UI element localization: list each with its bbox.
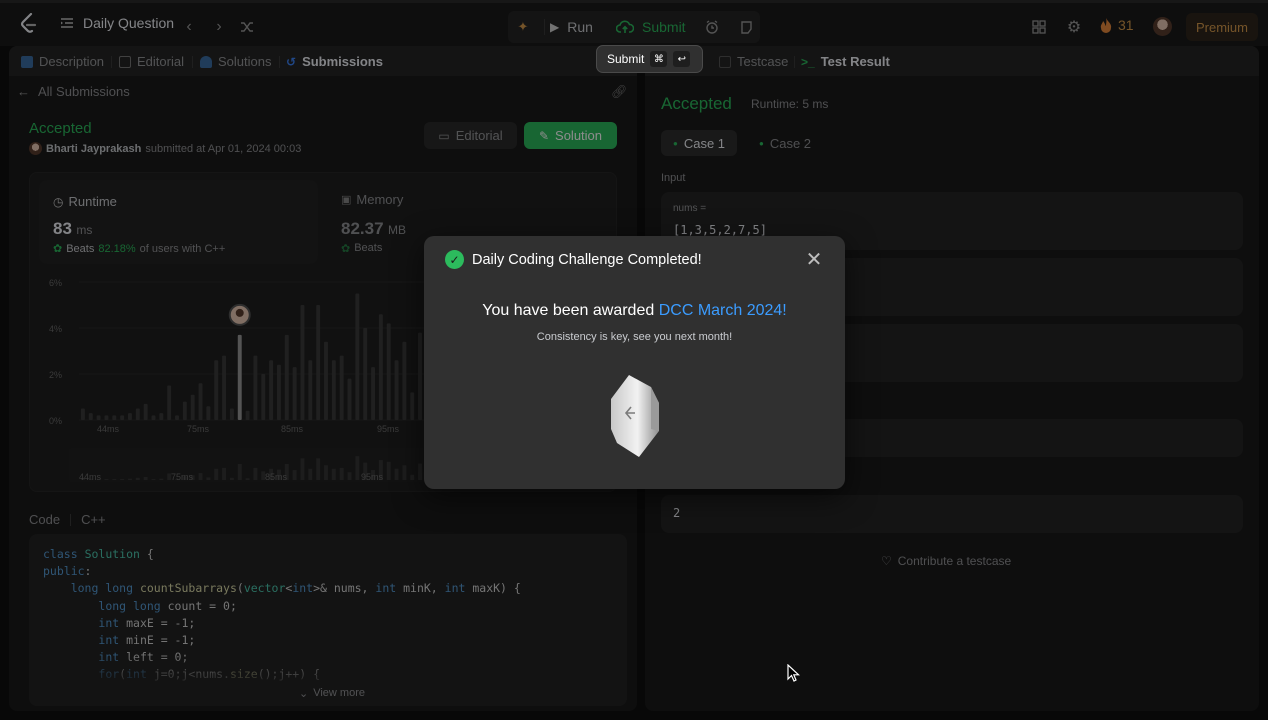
mouse-cursor-icon <box>787 664 801 682</box>
enter-key: ↩ <box>673 51 691 67</box>
award-text: You have been awarded DCC March 2024! <box>482 302 787 319</box>
close-icon[interactable]: ✕ <box>804 249 824 271</box>
submit-tooltip: Submit ⌘ ↩ <box>596 45 703 73</box>
dcc-badge-icon <box>611 375 659 457</box>
dcc-award-modal: ✓ Daily Coding Challenge Completed! ✕ Yo… <box>424 236 845 489</box>
check-circle-icon: ✓ <box>445 250 464 269</box>
award-subtitle: Consistency is key, see you next month! <box>536 331 733 343</box>
cmd-key: ⌘ <box>650 51 668 67</box>
modal-title: Daily Coding Challenge Completed! <box>472 252 702 268</box>
award-name: DCC March 2024! <box>658 302 787 319</box>
